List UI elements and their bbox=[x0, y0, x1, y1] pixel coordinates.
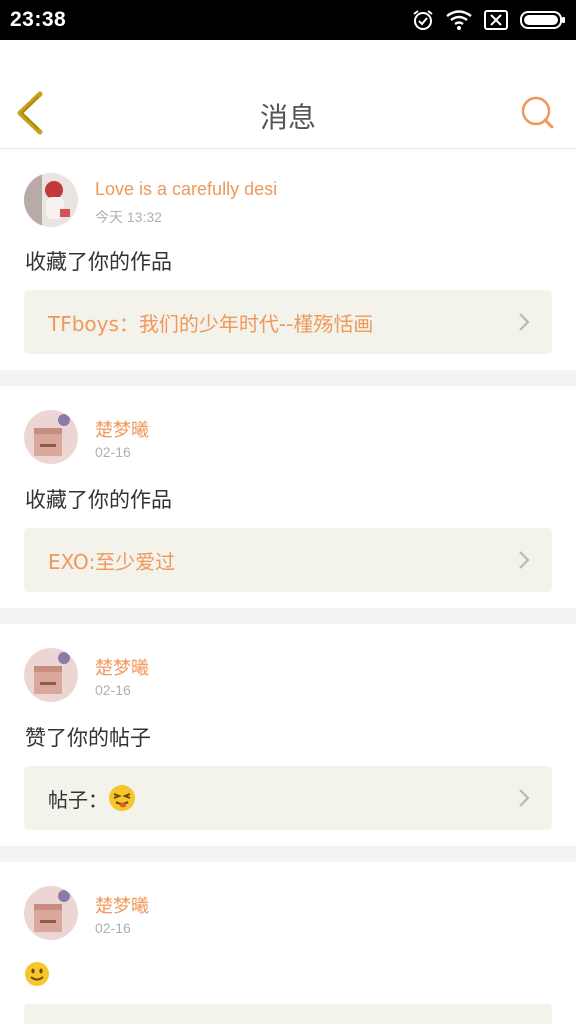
post-time: 02-16 bbox=[95, 444, 131, 460]
action-text: 收藏了你的作品 bbox=[25, 488, 172, 512]
user-name[interactable]: Love is a carefully desi bbox=[95, 179, 277, 200]
post-time: 02-16 bbox=[95, 682, 131, 698]
user-name[interactable]: 楚梦曦 bbox=[95, 892, 149, 918]
nav-bar: 消息 bbox=[0, 40, 576, 149]
user-name[interactable]: 楚梦曦 bbox=[95, 416, 149, 442]
action-text: 赞了你的帖子 bbox=[25, 726, 151, 750]
page-title: 消息 bbox=[259, 101, 316, 134]
message-card: 楚梦曦 02-16 收藏了你的作品 EXO:至少爱过 bbox=[0, 386, 576, 608]
message-card: 楚梦曦 02-16 赞了你的帖子 帖子： bbox=[0, 624, 576, 846]
search-icon[interactable] bbox=[520, 95, 556, 131]
avatar[interactable] bbox=[24, 410, 78, 464]
divider bbox=[0, 370, 576, 386]
target-title: TFboys：我们的少年时代--槿殇恬画 bbox=[48, 311, 374, 336]
avatar[interactable] bbox=[24, 173, 78, 227]
squinting-tongue-emoji-icon bbox=[109, 785, 135, 811]
divider bbox=[0, 846, 576, 862]
status-time: 23:38 bbox=[10, 8, 67, 31]
user-name[interactable]: 楚梦曦 bbox=[95, 654, 149, 680]
battery-icon bbox=[520, 11, 565, 29]
smile-emoji-icon bbox=[25, 962, 49, 986]
message-list: Love is a carefully desi 今天 13:32 收藏了你的作… bbox=[0, 149, 576, 1024]
message-card: 楚梦曦 02-16 bbox=[0, 862, 576, 1024]
status-icons bbox=[412, 9, 566, 31]
target-title: 帖子： bbox=[48, 787, 108, 812]
wifi-icon bbox=[446, 10, 472, 30]
avatar[interactable] bbox=[24, 886, 78, 940]
avatar[interactable] bbox=[24, 648, 78, 702]
message-card: Love is a carefully desi 今天 13:32 收藏了你的作… bbox=[0, 149, 576, 370]
post-time: 02-16 bbox=[95, 920, 131, 936]
status-bar: 23:38 bbox=[0, 0, 576, 40]
no-sim-icon bbox=[484, 10, 508, 30]
chevron-right-icon bbox=[519, 313, 530, 331]
target-link[interactable]: 帖子： bbox=[24, 766, 552, 830]
divider bbox=[0, 608, 576, 624]
target-title: EXO:至少爱过 bbox=[48, 549, 176, 574]
chevron-right-icon bbox=[519, 551, 530, 569]
target-link[interactable]: TFboys：我们的少年时代--槿殇恬画 bbox=[24, 290, 552, 354]
action-text: 收藏了你的作品 bbox=[25, 250, 172, 274]
target-link[interactable]: EXO:至少爱过 bbox=[24, 528, 552, 592]
target-link[interactable] bbox=[24, 1004, 552, 1024]
post-time: 今天 13:32 bbox=[95, 209, 162, 225]
chevron-right-icon bbox=[519, 789, 530, 807]
alarm-icon bbox=[413, 10, 433, 30]
